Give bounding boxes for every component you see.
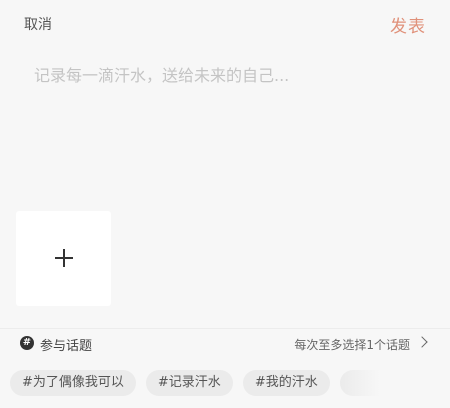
topic-tag[interactable]: #记录汗水 xyxy=(145,370,233,396)
divider xyxy=(0,328,450,329)
topic-selector[interactable]: # 参与话题 每次至多选择1个话题 xyxy=(0,332,450,356)
add-photo-button[interactable] xyxy=(16,211,111,306)
publish-button[interactable]: 发表 xyxy=(390,12,426,37)
post-content-input[interactable] xyxy=(18,62,432,182)
topic-tag[interactable]: #我的汗水 xyxy=(242,370,330,396)
plus-icon-vertical xyxy=(63,249,65,267)
cancel-button[interactable]: 取消 xyxy=(24,14,52,34)
topic-tag[interactable]: #为了偶像我可以 xyxy=(10,370,136,396)
topic-suggestion-list: #为了偶像我可以 #记录汗水 #我的汗水 xyxy=(10,370,450,398)
topic-tag-partial[interactable] xyxy=(339,370,380,396)
topic-label: 参与话题 xyxy=(40,339,93,354)
hashtag-icon: # xyxy=(20,336,34,350)
header-bar: 取消 发表 xyxy=(0,0,450,48)
topic-hint: 每次至多选择1个话题 xyxy=(294,338,410,352)
chevron-right-icon[interactable] xyxy=(416,336,428,348)
